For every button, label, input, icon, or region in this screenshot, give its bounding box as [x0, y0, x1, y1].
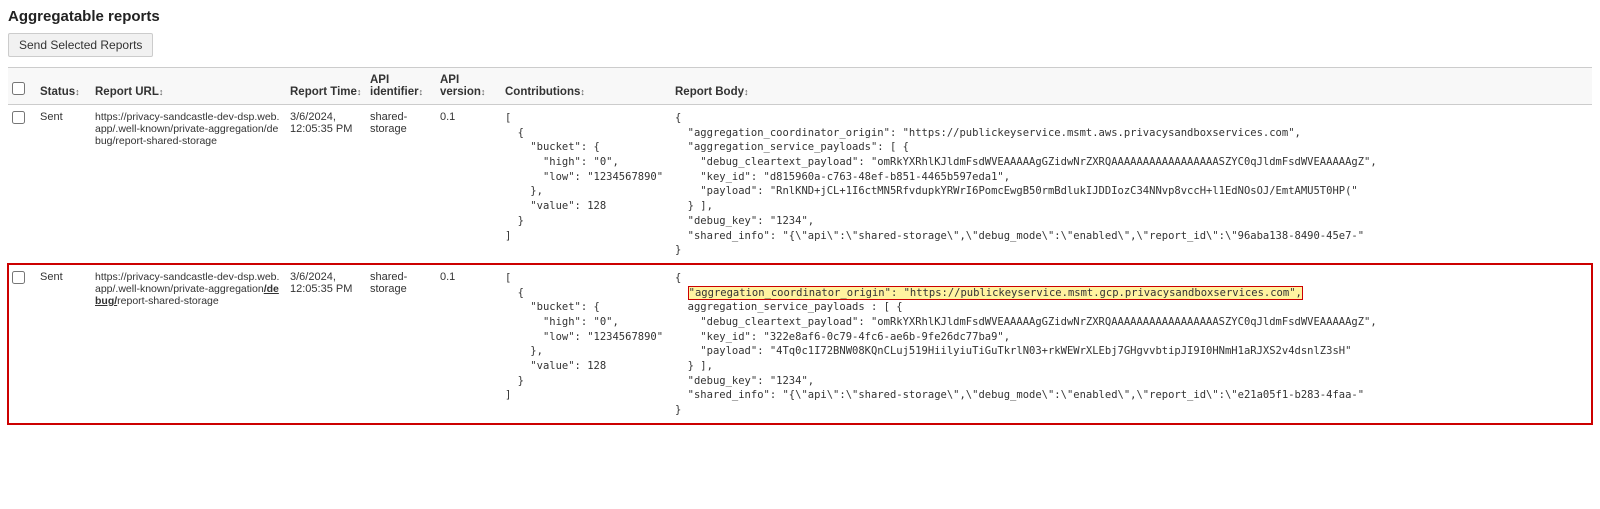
- row-checkbox[interactable]: [12, 111, 25, 124]
- row-checkbox-cell: [8, 105, 36, 265]
- row-contributions: [ { "bucket": { "high": "0", "low": "123…: [501, 105, 671, 265]
- row-api-identifier: shared-storage: [366, 105, 436, 265]
- col-header-body[interactable]: Report Body↕: [671, 68, 1592, 105]
- row-checkbox-cell: [8, 264, 36, 424]
- sort-arrow-apiid: ↕: [419, 87, 424, 97]
- page-title: Aggregatable reports: [8, 8, 1592, 25]
- col-header-status[interactable]: Status↕: [36, 68, 91, 105]
- sort-arrow-apiver: ↕: [481, 87, 486, 97]
- row-api-version: 0.1: [436, 264, 501, 424]
- col-header-apiid[interactable]: API identifier↕: [366, 68, 436, 105]
- sort-arrow-body: ↕: [744, 87, 749, 97]
- table-row: Senthttps://privacy-sandcastle-dev-dsp.w…: [8, 264, 1592, 424]
- row-time: 3/6/2024, 12:05:35 PM: [286, 105, 366, 265]
- sort-arrow-url: ↕: [159, 87, 164, 97]
- row-api-identifier: shared-storage: [366, 264, 436, 424]
- row-api-version: 0.1: [436, 105, 501, 265]
- col-header-apiver[interactable]: API version↕: [436, 68, 501, 105]
- row-checkbox[interactable]: [12, 271, 25, 284]
- col-header-time[interactable]: Report Time↕: [286, 68, 366, 105]
- row-body: { "aggregation_coordinator_origin": "htt…: [671, 105, 1592, 265]
- col-header-check: [8, 68, 36, 105]
- sort-arrow-contrib: ↕: [580, 87, 585, 97]
- row-url: https://privacy-sandcastle-dev-dsp.web.a…: [91, 264, 286, 424]
- row-contributions: [ { "bucket": { "high": "0", "low": "123…: [501, 264, 671, 424]
- sort-arrow-status: ↕: [75, 87, 80, 97]
- col-header-url[interactable]: Report URL↕: [91, 68, 286, 105]
- row-status: Sent: [36, 105, 91, 265]
- col-header-contrib[interactable]: Contributions↕: [501, 68, 671, 105]
- send-selected-reports-button[interactable]: Send Selected Reports: [8, 33, 153, 57]
- row-status: Sent: [36, 264, 91, 424]
- row-body: { "aggregation_coordinator_origin": "htt…: [671, 264, 1592, 424]
- table-row: Senthttps://privacy-sandcastle-dev-dsp.w…: [8, 105, 1592, 265]
- row-url: https://privacy-sandcastle-dev-dsp.web.a…: [91, 105, 286, 265]
- sort-arrow-time: ↕: [357, 87, 362, 97]
- table-header-row: Status↕ Report URL↕ Report Time↕ API ide…: [8, 68, 1592, 105]
- select-all-checkbox[interactable]: [12, 82, 25, 95]
- row-time: 3/6/2024, 12:05:35 PM: [286, 264, 366, 424]
